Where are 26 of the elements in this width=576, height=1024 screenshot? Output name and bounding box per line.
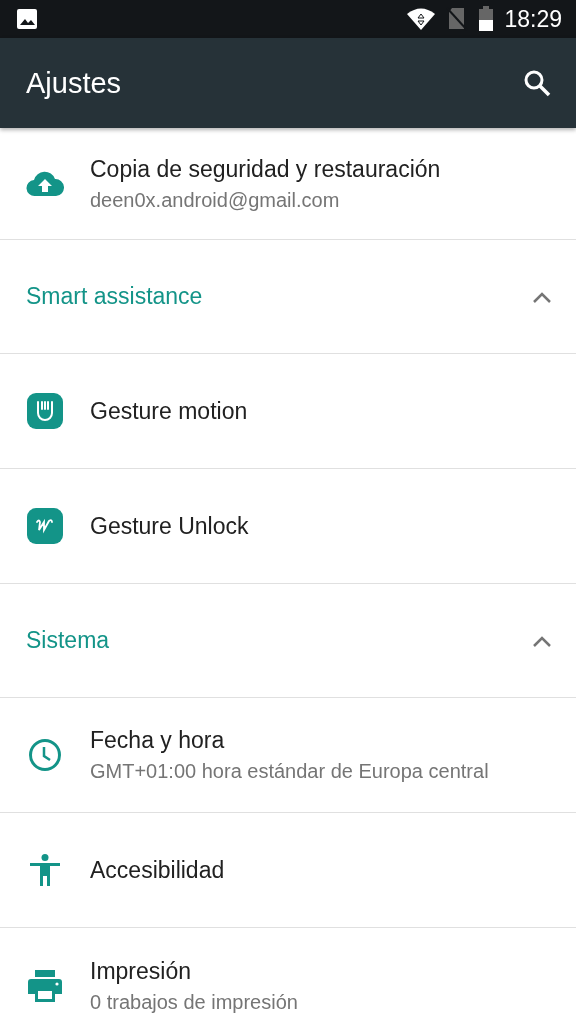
chevron-icon[interactable] [532, 634, 552, 647]
setting-summary: GMT+01:00 hora estándar de Europa central [90, 760, 489, 783]
section-header: Smart assistance [26, 283, 204, 310]
w-script-icon [27, 508, 63, 544]
battery-icon [478, 6, 495, 32]
clock-time: 18:29 [504, 5, 562, 33]
chevron-icon[interactable] [532, 290, 552, 303]
setting-summary: 0 trabajos de impresión [90, 990, 298, 1014]
section-header: Sistema [26, 627, 111, 654]
setting-title[interactable]: Fecha y hora [90, 727, 489, 754]
setting-title[interactable]: Gesture Unlock [90, 512, 249, 540]
cloud-upload-icon [26, 170, 64, 197]
clock-icon [28, 738, 62, 772]
setting-summary: deen0x.android@gmail.com [90, 188, 341, 212]
image-icon [16, 8, 38, 30]
setting-title[interactable]: Accesibilidad [90, 856, 225, 884]
setting-title[interactable]: Copia de seguridad y restauración [90, 155, 441, 183]
setting-title[interactable]: Impresión [90, 957, 298, 985]
accessibility-icon [30, 854, 60, 886]
screen-title: Ajustes [26, 66, 123, 100]
setting-title[interactable]: Gesture motion [90, 397, 248, 425]
printer-icon [28, 969, 62, 1002]
hand-icon [27, 393, 63, 429]
wifi-icon [406, 7, 437, 31]
search-icon [522, 68, 552, 98]
search-button[interactable] [522, 68, 552, 98]
